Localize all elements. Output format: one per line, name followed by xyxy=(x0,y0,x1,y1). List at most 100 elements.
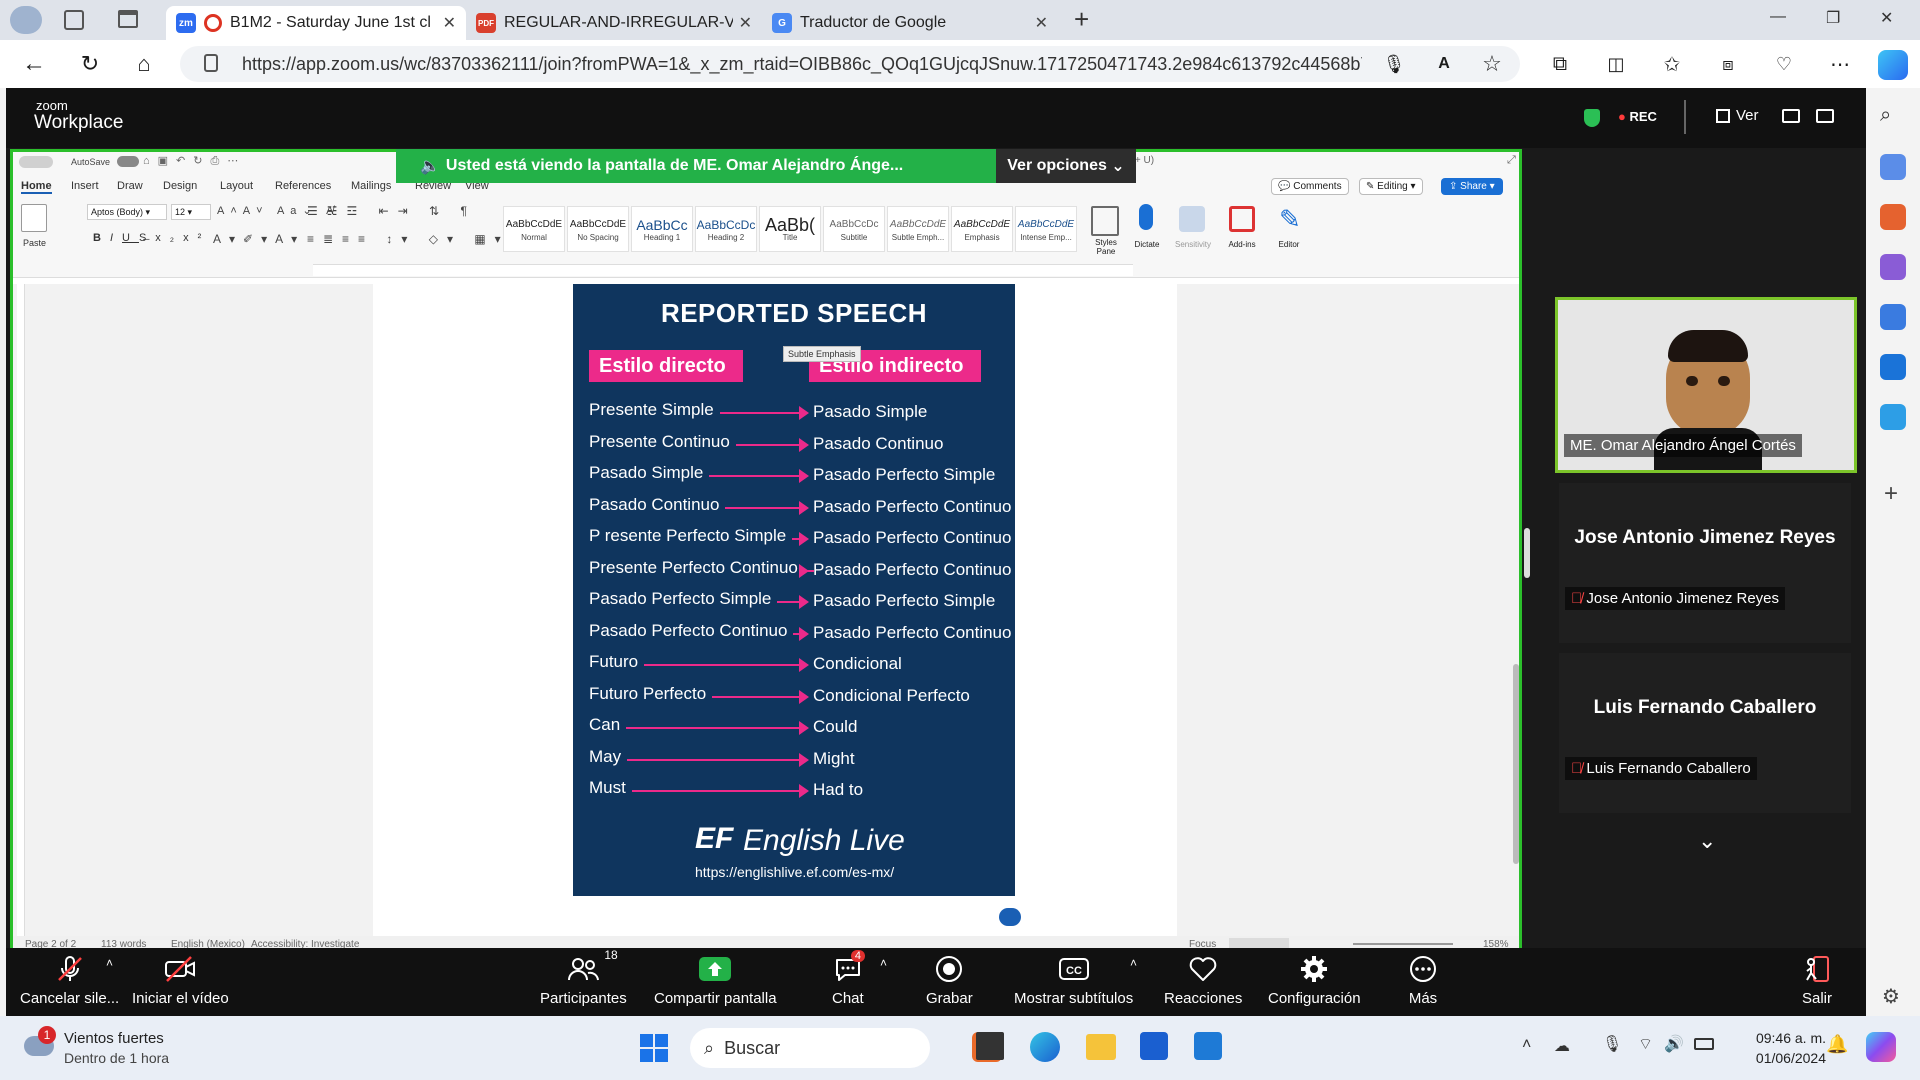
style-subtle-emphasis[interactable]: AaBbCcDdE Subtle Emph... xyxy=(887,206,949,252)
tab-mailings[interactable]: Mailings xyxy=(351,180,391,192)
view-options-button[interactable]: Ver opciones ⌄ xyxy=(996,149,1136,183)
address-bar[interactable]: https://app.zoom.us/wc/83703362111/join?… xyxy=(180,46,1520,82)
tab-references[interactable]: References xyxy=(275,180,331,192)
share-button[interactable]: ⇪ Share ▾ xyxy=(1441,178,1503,195)
dictate-icon[interactable] xyxy=(1139,204,1153,230)
more-menu-icon[interactable]: ⋯ xyxy=(1826,50,1854,78)
ruler[interactable] xyxy=(313,264,1133,276)
search-icon[interactable]: ⌕ xyxy=(1880,104,1891,127)
tab-google-translate[interactable]: G Traductor de Google ✕ xyxy=(762,6,1058,40)
vscode-icon[interactable] xyxy=(1194,1032,1222,1060)
shopping-tag-icon[interactable] xyxy=(1880,154,1906,180)
editing-button[interactable]: ✎ Editing ▾ xyxy=(1359,178,1423,195)
sidebar-toggle-icon[interactable] xyxy=(19,156,53,168)
leave-button[interactable]: Salir xyxy=(1802,954,1832,1007)
editor-icon[interactable]: ✎ xyxy=(1279,204,1301,235)
font-size-select[interactable]: 12 ▾ xyxy=(171,204,211,220)
reload-icon[interactable]: ↻ xyxy=(76,50,104,78)
new-tab-button[interactable]: + xyxy=(1074,4,1089,35)
fullscreen-icon[interactable] xyxy=(1816,109,1834,123)
tab-pdf[interactable]: PDF REGULAR-AND-IRREGULAR-VER ✕ xyxy=(466,6,762,40)
tab-design[interactable]: Design xyxy=(163,180,197,192)
clock-date[interactable]: 01/06/2024 xyxy=(1736,1050,1826,1066)
wifi-icon[interactable]: ⌔ xyxy=(1638,1034,1653,1054)
store-icon[interactable] xyxy=(1140,1032,1168,1060)
games-icon[interactable] xyxy=(1880,254,1906,280)
file-explorer-icon[interactable] xyxy=(1086,1034,1116,1060)
outlook-icon[interactable] xyxy=(1880,354,1906,380)
expand-icon[interactable]: ⤢ xyxy=(1507,154,1516,167)
profile-avatar[interactable] xyxy=(10,6,42,34)
chevron-down-icon[interactable]: ⌄ xyxy=(1698,828,1716,854)
tab-draw[interactable]: Draw xyxy=(117,180,143,192)
tab-home[interactable]: Home xyxy=(21,180,52,194)
captions-button[interactable]: CC Mostrar subtítulos xyxy=(1014,954,1133,1007)
floating-action-icon[interactable] xyxy=(999,908,1021,926)
view-button[interactable]: Ver xyxy=(1716,107,1759,124)
back-icon[interactable]: ← xyxy=(20,50,48,78)
start-video-button[interactable]: Iniciar el vídeo xyxy=(132,954,229,1007)
style-no-spacing[interactable]: AaBbCcDdE No Spacing xyxy=(567,206,629,252)
onedrive-icon[interactable]: ☁ xyxy=(1554,1036,1570,1056)
edge-icon[interactable] xyxy=(1030,1032,1060,1062)
performance-icon[interactable]: ♡ xyxy=(1770,50,1798,78)
tools-icon[interactable] xyxy=(1880,204,1906,230)
alignment-icons[interactable]: ≡≣≡≡ ↕▾ ◇▾ ▦▾ xyxy=(307,232,510,246)
record-button[interactable]: Grabar xyxy=(926,954,973,1007)
mic-tray-icon[interactable]: 🎙 xyxy=(1602,1034,1622,1054)
document-scrollbar[interactable] xyxy=(1513,664,1519,864)
addins-icon[interactable] xyxy=(1229,206,1255,232)
audio-options-chevron[interactable]: ˄ xyxy=(106,956,113,970)
tab-zoom-meeting[interactable]: zm B1M2 - Saturday June 1st cl ✕ xyxy=(166,6,466,40)
microphone-icon[interactable]: 🎙 xyxy=(1380,50,1408,78)
style-normal[interactable]: AaBbCcDdE Normal xyxy=(503,206,565,252)
share-screen-button[interactable]: Compartir pantalla xyxy=(654,954,777,1007)
chat-options-chevron[interactable]: ˄ xyxy=(880,956,887,970)
settings-gear-icon[interactable]: ⚙ xyxy=(1882,984,1900,1009)
office-icon[interactable] xyxy=(1880,304,1906,330)
tray-chevron-icon[interactable]: ˄ xyxy=(1522,1036,1531,1054)
tab-actions-icon[interactable] xyxy=(118,10,138,28)
style-subtitle[interactable]: AaBbCcDc Subtitle xyxy=(823,206,885,252)
settings-button[interactable]: Configuración xyxy=(1268,954,1361,1007)
taskbar-search[interactable]: ⌕ Buscar xyxy=(690,1028,930,1068)
autosave-toggle[interactable] xyxy=(117,156,139,167)
split-screen-icon[interactable]: ◫ xyxy=(1602,50,1630,78)
notification-bell-icon[interactable]: 🔔 xyxy=(1826,1034,1848,1055)
windows-start-icon[interactable] xyxy=(640,1034,668,1062)
encryption-shield-icon[interactable] xyxy=(1584,109,1600,127)
close-tab-icon[interactable]: ✕ xyxy=(739,13,752,33)
video-tile-participant[interactable]: Jose Antonio Jimenez Reyes 🎙̸ Jose Anton… xyxy=(1559,483,1851,643)
task-view-icon[interactable] xyxy=(976,1032,1004,1060)
style-title[interactable]: AaBb(Title xyxy=(759,206,821,252)
style-intense-emphasis[interactable]: AaBbCcDdE Intense Emp... xyxy=(1015,206,1077,252)
restore-icon[interactable]: ❐ xyxy=(1826,8,1840,28)
volume-icon[interactable]: 🔊 xyxy=(1664,1034,1684,1054)
font-format-icons[interactable]: BIUS̶x₂x² xyxy=(93,232,210,244)
sensitivity-icon[interactable] xyxy=(1179,206,1205,232)
copilot-icon[interactable] xyxy=(1866,1032,1896,1062)
close-window-icon[interactable]: ✕ xyxy=(1880,8,1893,28)
tab-insert[interactable]: Insert xyxy=(71,180,99,192)
more-button[interactable]: Más xyxy=(1408,954,1438,1007)
collections-icon[interactable]: ⧈ xyxy=(1714,50,1742,78)
add-icon[interactable]: + xyxy=(1884,480,1898,508)
copilot-icon[interactable] xyxy=(1878,50,1908,80)
comments-button[interactable]: 💬 Comments xyxy=(1271,178,1349,195)
battery-icon[interactable] xyxy=(1694,1038,1714,1050)
chat-button[interactable]: 4 Chat xyxy=(832,950,865,1007)
close-tab-icon[interactable]: ✕ xyxy=(1035,13,1048,33)
style-heading-2[interactable]: AaBbCcDc Heading 2 xyxy=(695,206,757,252)
read-aloud-icon[interactable]: A xyxy=(1430,50,1458,78)
styles-pane-icon[interactable] xyxy=(1091,206,1119,236)
video-tile-participant[interactable]: Luis Fernando Caballero 🎙̸ Luis Fernando… xyxy=(1559,653,1851,813)
recording-indicator[interactable]: ● REC xyxy=(1618,109,1657,124)
reactions-button[interactable]: Reacciones xyxy=(1164,954,1242,1007)
zoom-slider[interactable] xyxy=(1353,943,1453,945)
send-icon[interactable] xyxy=(1880,404,1906,430)
favorite-star-icon[interactable]: ☆ xyxy=(1478,50,1506,78)
font-color-icons[interactable]: A▾✐▾A▾ xyxy=(213,232,305,246)
font-name-select[interactable]: Aptos (Body) ▾ xyxy=(87,204,167,220)
style-emphasis[interactable]: AaBbCcDdE Emphasis xyxy=(951,206,1013,252)
quick-access-icons[interactable]: ⌂▣↶↻⎙⋯ xyxy=(143,154,246,168)
